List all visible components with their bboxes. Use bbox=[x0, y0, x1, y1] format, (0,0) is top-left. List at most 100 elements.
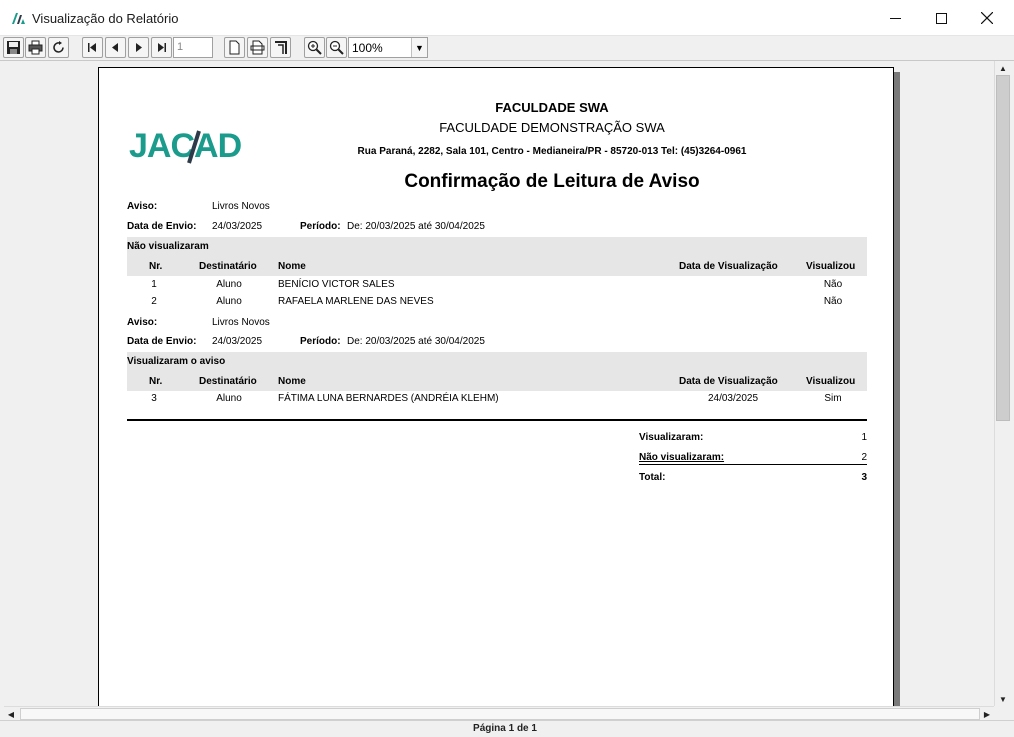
group-title: Não visualizaram bbox=[127, 241, 209, 252]
table-cell-dest: Aluno bbox=[216, 296, 242, 307]
window-title: Visualização do Relatório bbox=[32, 11, 179, 26]
col-data-visualizacao: Data de Visualização bbox=[679, 261, 778, 272]
vertical-scroll-thumb[interactable] bbox=[996, 75, 1010, 421]
close-button[interactable] bbox=[964, 0, 1010, 36]
col-nr: Nr. bbox=[149, 261, 163, 272]
data-envio-value: 24/03/2025 bbox=[212, 336, 263, 347]
divider bbox=[127, 419, 867, 421]
aviso-value: Livros Novos bbox=[212, 201, 270, 212]
summary-nao-label: Não visualizaram: bbox=[639, 452, 725, 463]
first-page-icon bbox=[88, 43, 96, 52]
table-cell-nr: 1 bbox=[151, 279, 157, 290]
print-icon bbox=[28, 40, 43, 55]
print-button[interactable] bbox=[25, 37, 46, 58]
prev-page-icon bbox=[112, 43, 118, 52]
summary-visualizaram-label: Visualizaram: bbox=[639, 432, 704, 443]
institution-address: Rua Paraná, 2282, Sala 101, Centro - Med… bbox=[357, 146, 747, 157]
prev-page-button[interactable] bbox=[105, 37, 126, 58]
multi-page-icon bbox=[275, 41, 287, 54]
minimize-icon bbox=[889, 17, 901, 19]
zoom-in-icon bbox=[307, 40, 322, 55]
app-icon bbox=[12, 13, 25, 24]
page-width-icon bbox=[250, 40, 265, 55]
data-envio-value: 24/03/2025 bbox=[212, 221, 263, 232]
last-page-icon bbox=[158, 43, 166, 52]
periodo-label: Período: bbox=[300, 336, 341, 347]
scroll-right-icon[interactable]: ▶ bbox=[980, 707, 994, 721]
table-cell-dest: Aluno bbox=[216, 393, 242, 404]
chevron-down-icon[interactable]: ▼ bbox=[411, 38, 427, 57]
zoom-out-button[interactable] bbox=[326, 37, 347, 58]
zoom-value: 100% bbox=[352, 41, 383, 55]
table-cell-vis: Não bbox=[823, 279, 843, 290]
periodo-value: De: 20/03/2025 até 30/04/2025 bbox=[347, 336, 485, 347]
table-cell-nome: RAFAELA MARLENE DAS NEVES bbox=[278, 296, 434, 307]
institution-name: FACULDADE SWA bbox=[495, 100, 609, 115]
status-bar: Página 1 de 1 bbox=[0, 720, 1014, 737]
zoom-in-button[interactable] bbox=[304, 37, 325, 58]
svg-text:JACAD: JACAD bbox=[129, 127, 241, 165]
aviso-value: Livros Novos bbox=[212, 317, 270, 328]
col-destinatario: Destinatário bbox=[199, 376, 257, 387]
data-envio-label: Data de Envio: bbox=[127, 221, 197, 232]
table-cell-nr: 3 bbox=[151, 393, 157, 404]
maximize-button[interactable] bbox=[918, 0, 964, 36]
next-page-icon bbox=[136, 43, 142, 52]
close-icon bbox=[981, 12, 993, 24]
horizontal-scroll-thumb[interactable] bbox=[20, 708, 980, 720]
aviso-label: Aviso: bbox=[127, 201, 158, 212]
refresh-button[interactable] bbox=[48, 37, 69, 58]
save-icon bbox=[7, 41, 20, 54]
summary-visualizaram-value: 1 bbox=[861, 432, 867, 443]
next-page-button[interactable] bbox=[128, 37, 149, 58]
col-nome: Nome bbox=[278, 376, 306, 387]
col-nome: Nome bbox=[278, 261, 306, 272]
page-status: Página 1 de 1 bbox=[473, 723, 537, 734]
summary-total-value: 3 bbox=[861, 472, 867, 483]
multi-page-button[interactable] bbox=[270, 37, 291, 58]
report-page: JACAD FACULDADE SWA FACULDADE DEMONSTRAÇ… bbox=[98, 67, 894, 707]
col-nr: Nr. bbox=[149, 376, 163, 387]
aviso-label: Aviso: bbox=[127, 317, 158, 328]
report-title: Confirmação de Leitura de Aviso bbox=[404, 171, 700, 192]
horizontal-scrollbar[interactable]: ◀ ▶ bbox=[4, 706, 994, 720]
scroll-up-icon[interactable]: ▲ bbox=[995, 61, 1011, 75]
institution-subtitle: FACULDADE DEMONSTRAÇÃO SWA bbox=[439, 120, 665, 135]
table-cell-vis: Não bbox=[823, 296, 843, 307]
page-width-button[interactable] bbox=[247, 37, 268, 58]
col-destinatario: Destinatário bbox=[199, 261, 257, 272]
data-envio-label: Data de Envio: bbox=[127, 336, 197, 347]
table-cell-data: 24/03/2025 bbox=[707, 393, 759, 404]
title-bar: Visualização do Relatório bbox=[0, 0, 1014, 36]
save-button[interactable] bbox=[3, 37, 24, 58]
toolbar: 1 100% ▼ bbox=[0, 36, 1014, 60]
summary-divider bbox=[639, 464, 867, 465]
table-cell-nr: 2 bbox=[151, 296, 157, 307]
summary-total-label: Total: bbox=[639, 472, 666, 483]
zoom-out-icon bbox=[329, 40, 344, 55]
table-cell-vis: Sim bbox=[824, 393, 842, 404]
first-page-button[interactable] bbox=[82, 37, 103, 58]
scroll-down-icon[interactable]: ▼ bbox=[995, 692, 1011, 706]
page-icon bbox=[229, 40, 240, 55]
last-page-button[interactable] bbox=[151, 37, 172, 58]
minimize-button[interactable] bbox=[872, 0, 918, 36]
jacad-logo: JACAD bbox=[129, 127, 241, 165]
section-header: Não visualizaram Nr. Destinatário Nome D… bbox=[127, 237, 867, 276]
scroll-left-icon[interactable]: ◀ bbox=[4, 707, 18, 721]
refresh-icon bbox=[53, 41, 64, 53]
table-cell-dest: Aluno bbox=[216, 279, 242, 290]
group-title: Visualizaram o aviso bbox=[127, 356, 226, 367]
col-data-visualizacao: Data de Visualização bbox=[679, 376, 778, 387]
one-page-button[interactable] bbox=[224, 37, 245, 58]
periodo-value: De: 20/03/2025 até 30/04/2025 bbox=[347, 221, 485, 232]
col-visualizou: Visualizou bbox=[806, 261, 856, 272]
page-number-input[interactable]: 1 bbox=[173, 37, 213, 58]
col-visualizou: Visualizou bbox=[806, 376, 856, 387]
section-header: Visualizaram o aviso Nr. Destinatário No… bbox=[127, 352, 867, 391]
vertical-scrollbar[interactable]: ▲ ▼ bbox=[994, 61, 1010, 706]
table-cell-nome: FÁTIMA LUNA BERNARDES (ANDRÉIA KLEHM) bbox=[278, 393, 499, 404]
zoom-select[interactable]: 100% ▼ bbox=[348, 37, 428, 58]
table-cell-nome: BENÍCIO VICTOR SALES bbox=[278, 279, 395, 290]
periodo-label: Período: bbox=[300, 221, 341, 232]
